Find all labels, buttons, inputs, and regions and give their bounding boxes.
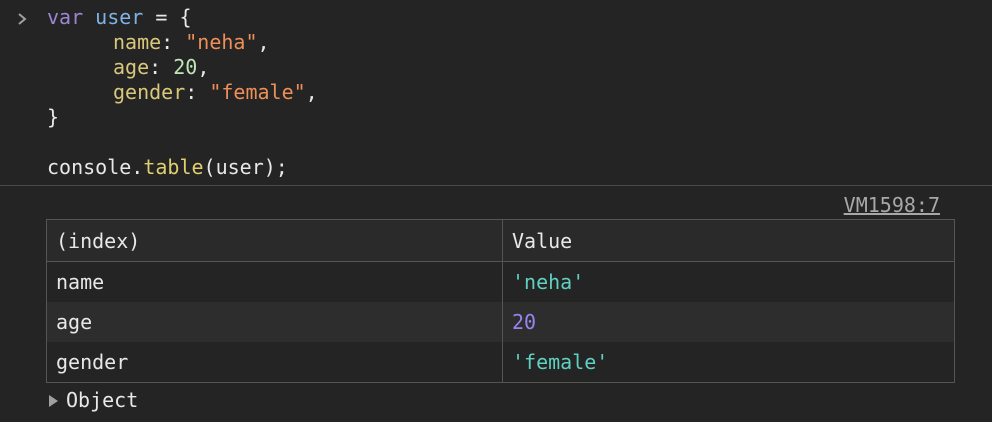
object-expander[interactable]: Object [49,387,138,413]
prop-value: "neha" [185,30,258,54]
row-value: 'female' [502,342,955,383]
prop-gender: gender [113,80,186,104]
row-index: gender [46,342,503,383]
console-object: console. [47,155,144,179]
console-input-block: var user = { name: "neha", age: 20, gend… [0,0,992,186]
source-link[interactable]: VM1598:7 [844,193,940,217]
comma: , [197,55,210,79]
table-function: table [143,155,204,179]
header-index[interactable]: (index) [46,219,503,262]
call-args: (user); [203,155,288,179]
comma: , [305,80,318,104]
table-row: gender 'female' [46,342,955,383]
colon: : [161,30,186,54]
code-line-5: } [47,105,59,130]
header-value[interactable]: Value [502,219,955,262]
prop-name: name [113,30,162,54]
variable-name: user [95,5,144,29]
row-value: 20 [502,302,955,342]
colon: : [149,55,174,79]
code-line-3: age: 20, [113,55,209,80]
colon: : [185,80,210,104]
row-index: name [46,261,503,302]
expand-triangle-icon[interactable] [49,395,58,407]
console-table: (index) Value name 'neha' age 20 gender … [46,219,955,383]
table-row: age 20 [46,302,955,342]
row-value: 'neha' [502,261,955,302]
chevron-right-icon [18,13,27,25]
code-line-1: var user = { [47,5,192,30]
code-line-4: gender: "female", [113,80,318,105]
prop-value: "female" [209,80,306,104]
row-index: age [46,302,503,342]
keyword-var: var [47,5,84,29]
table-row: name 'neha' [46,261,955,302]
assign-brace: = { [143,5,192,29]
prop-age: age [113,55,150,79]
object-label: Object [66,388,139,412]
prop-value: 20 [173,55,198,79]
closing-brace: } [47,105,60,129]
comma: , [257,30,270,54]
table-header-row: (index) Value [46,219,955,262]
code-line-2: name: "neha", [113,30,270,55]
code-line-7: console.table(user); [47,155,288,180]
